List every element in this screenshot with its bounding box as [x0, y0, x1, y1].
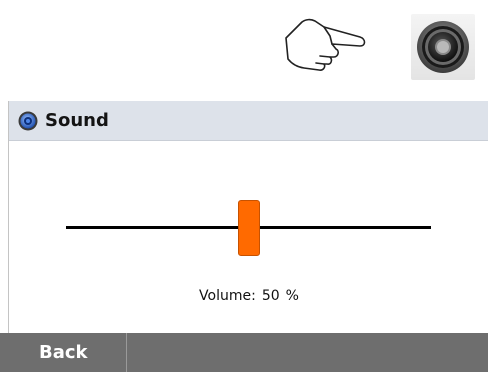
volume-value: 50 — [261, 288, 280, 304]
back-button[interactable]: Back — [0, 333, 127, 372]
sound-panel: Sound Volume: 50% — [8, 101, 488, 372]
speaker-icon — [417, 21, 469, 73]
footer-bar: Back — [0, 333, 488, 372]
page-title: Sound — [45, 110, 109, 131]
volume-label: Volume: — [199, 288, 256, 304]
screen: Sound Volume: 50% Back — [0, 0, 488, 372]
volume-slider-thumb[interactable] — [237, 200, 260, 256]
volume-readout: Volume: 50% — [9, 288, 488, 304]
hand-pointer-icon — [285, 18, 366, 71]
volume-unit: % — [285, 288, 299, 304]
panel-header: Sound — [9, 101, 488, 141]
speaker-button[interactable] — [411, 14, 475, 80]
speaker-small-icon — [18, 111, 38, 131]
